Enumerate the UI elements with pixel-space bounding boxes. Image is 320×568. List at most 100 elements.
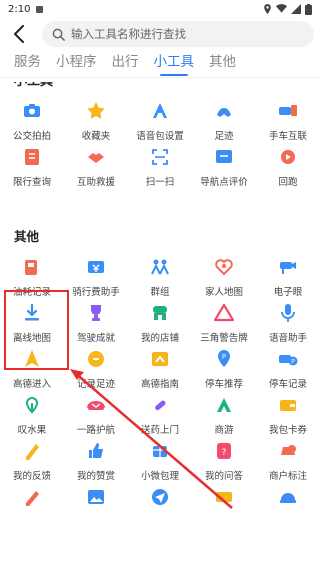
tool-item-pen[interactable] xyxy=(0,486,64,532)
replay-icon xyxy=(277,146,299,168)
highlight-box xyxy=(4,290,69,370)
camera-icon xyxy=(21,100,43,122)
tool-item-label: 高德指南 xyxy=(140,379,179,390)
tool-item-label: 商户标注 xyxy=(268,471,307,482)
tab-tools[interactable]: 小工具 xyxy=(154,50,201,77)
tool-item-label: 电子眼 xyxy=(273,287,303,298)
tool-item-medicine[interactable]: 送药上门 xyxy=(128,394,192,440)
battery-icon xyxy=(305,3,312,15)
tool-item-label: 我的店铺 xyxy=(140,333,179,344)
tool-item-image[interactable] xyxy=(64,486,128,532)
tool-item-star[interactable]: 收藏夹 xyxy=(64,100,128,146)
pen-icon xyxy=(21,486,43,508)
svg-text:P: P xyxy=(291,359,295,366)
tool-item-wallet[interactable]: 我包卡券 xyxy=(256,394,320,440)
section-title-tools: 小工具 xyxy=(14,82,53,90)
tool-item-merchant[interactable]: 商户标注 xyxy=(256,440,320,486)
warning-triangle-icon xyxy=(213,302,235,324)
tool-item-feedback[interactable]: 我的反馈 xyxy=(0,440,64,486)
tool-item-label: 驾驶成就 xyxy=(76,333,115,344)
search-icon xyxy=(52,28,65,41)
tool-item-cost[interactable]: 骑行费助手 xyxy=(64,256,128,302)
tool-item-label: 家人地图 xyxy=(204,287,243,298)
tool-item-trophy[interactable]: 驾驶成就 xyxy=(64,302,128,348)
tool-item-qa[interactable]: ? 我的问答 xyxy=(192,440,256,486)
tool-item-replay[interactable]: 回跑 xyxy=(256,146,320,192)
tool-item-rating[interactable]: 导航点评价 xyxy=(192,146,256,192)
tool-item-escort[interactable]: 一路护航 xyxy=(64,394,128,440)
tool-item-label: 小微包理 xyxy=(140,471,179,482)
tool-item-parking-record[interactable]: P 停车记录 xyxy=(256,348,320,394)
tool-item-label: 我的反馈 xyxy=(12,471,51,482)
tool-item-send[interactable] xyxy=(128,486,192,532)
handshake-icon xyxy=(85,146,107,168)
tool-item-warning-triangle[interactable]: 三角警告牌 xyxy=(192,302,256,348)
tool-item-helmet[interactable] xyxy=(256,486,320,532)
microphone-icon xyxy=(277,302,299,324)
tool-item-family-map[interactable]: 家人地图 xyxy=(192,256,256,302)
tool-item-package[interactable]: 小微包理 xyxy=(128,440,192,486)
tab-mini-programs[interactable]: 小程序 xyxy=(56,50,103,77)
tab-other[interactable]: 其他 xyxy=(209,50,242,77)
tool-item-voice-pack[interactable]: 语音包设置 xyxy=(128,100,192,146)
tool-item-label: 商游 xyxy=(214,425,234,436)
tool-item-label: 我的问答 xyxy=(204,471,243,482)
group-icon xyxy=(149,256,171,278)
location-icon xyxy=(264,4,271,14)
package-icon xyxy=(149,440,171,462)
tool-item-record[interactable]: 记录足迹 xyxy=(64,348,128,394)
tool-item-camera-eye[interactable]: 电子眼 xyxy=(256,256,320,302)
notification-icon xyxy=(36,5,44,13)
tool-item-label: 三角警告牌 xyxy=(200,333,248,344)
footprint-icon xyxy=(213,100,235,122)
feedback-icon xyxy=(21,440,43,462)
tool-item-handshake[interactable]: 互助救援 xyxy=(64,146,128,192)
search-box[interactable] xyxy=(42,21,314,47)
qa-icon: ? xyxy=(213,440,235,462)
tool-item-fruit[interactable]: 叹水果 xyxy=(0,394,64,440)
tool-item-label: 限行查询 xyxy=(12,177,51,188)
tool-item-label: 高德进入 xyxy=(12,379,51,390)
back-button[interactable] xyxy=(8,23,30,45)
tool-item-label: 送药上门 xyxy=(140,425,179,436)
tool-item-label: 语音包设置 xyxy=(136,131,184,142)
parking-record-icon: P xyxy=(277,348,299,370)
tool-item-label: 手车互联 xyxy=(268,131,307,142)
record-icon xyxy=(85,348,107,370)
helmet-icon xyxy=(277,486,299,508)
tab-services[interactable]: 服务 xyxy=(14,50,47,77)
scan-icon xyxy=(149,146,171,168)
tools-grid: 公交拍拍 收藏夹 语音包设置 足迹 手车互联限行查询 互助救援 扫一扫 导航点评价 回跑 xyxy=(0,100,320,192)
family-map-icon xyxy=(213,256,235,278)
search-row xyxy=(0,20,320,48)
tool-item-footprint[interactable]: 足迹 xyxy=(192,100,256,146)
tool-item-label: 回跑 xyxy=(278,177,298,188)
guide-icon xyxy=(149,348,171,370)
tool-item-scan[interactable]: 扫一扫 xyxy=(128,146,192,192)
wallet-icon xyxy=(277,394,299,416)
tool-item-camera[interactable]: 公交拍拍 xyxy=(0,100,64,146)
tool-item-group[interactable]: 群组 xyxy=(128,256,192,302)
tool-item-car-phone[interactable]: 手车互联 xyxy=(256,100,320,146)
image-icon xyxy=(85,486,107,508)
tool-item-restriction[interactable]: 限行查询 xyxy=(0,146,64,192)
search-input[interactable] xyxy=(71,27,304,41)
tool-item-label: 我包卡券 xyxy=(268,425,307,436)
restriction-icon xyxy=(21,146,43,168)
tool-item-label: 骑行费助手 xyxy=(72,287,120,298)
status-time: 2:10 xyxy=(8,3,31,15)
tool-item-thumb-up[interactable]: 我的赞赏 xyxy=(64,440,128,486)
camera-eye-icon xyxy=(277,256,299,278)
tool-item-shop[interactable]: 我的店铺 xyxy=(128,302,192,348)
tool-item-label: 叹水果 xyxy=(17,425,47,436)
status-bar: 2:10 xyxy=(0,0,320,18)
tool-item-parking-pin[interactable]: P 停车推荐 xyxy=(192,348,256,394)
tool-item-guide[interactable]: 高德指南 xyxy=(128,348,192,394)
tool-item-microphone[interactable]: 语音助手 xyxy=(256,302,320,348)
tool-item-label: 导航点评价 xyxy=(200,177,248,188)
tool-item-label: 互助救援 xyxy=(76,177,115,188)
tool-item-travel[interactable]: 商游 xyxy=(192,394,256,440)
tool-item-label: 停车推荐 xyxy=(204,379,243,390)
tab-travel[interactable]: 出行 xyxy=(112,50,145,77)
tool-item-ticket[interactable] xyxy=(192,486,256,532)
